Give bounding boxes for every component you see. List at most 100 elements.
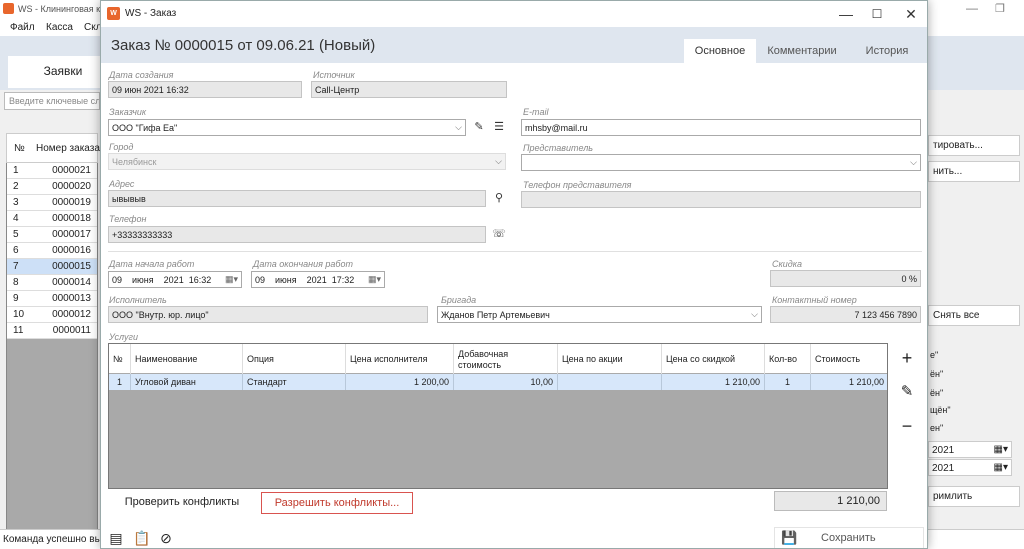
menu-file[interactable]: Файл xyxy=(10,22,35,33)
label-brigade: Бригада xyxy=(441,295,477,305)
calendar-icon[interactable]: ▦▾ xyxy=(994,444,1008,455)
menu-cash[interactable]: Касса xyxy=(46,22,73,33)
cancel-order-icon[interactable]: ⊘ xyxy=(158,529,174,547)
bg-filter-text: щён" xyxy=(930,405,951,415)
minimize-button[interactable]: — xyxy=(831,4,861,24)
row-index: 10 xyxy=(13,309,25,320)
menu-warehouse[interactable]: Скл xyxy=(84,22,102,33)
cell-cost: 1 210,00 xyxy=(811,374,887,390)
services-table: № Наименование Опция Цена исполнителя До… xyxy=(108,343,888,489)
row-order-number: 0000015 xyxy=(52,261,91,272)
total-field: 1 210,00 xyxy=(774,491,887,511)
row-index: 7 xyxy=(13,261,19,272)
cell-discount-price: 1 210,00 xyxy=(662,374,765,390)
end-date-picker[interactable]: 09 июня 2021 17:32 ▦▾ xyxy=(251,271,385,288)
edit-service-button[interactable]: ✎ xyxy=(892,377,922,407)
uncheck-all-button[interactable]: Снять все xyxy=(928,305,1020,326)
contact-number-field[interactable]: 7 123 456 7890 xyxy=(770,306,921,323)
bg-filter-text: е" xyxy=(930,350,939,360)
table-row[interactable]: 3 0000019 xyxy=(7,195,97,211)
bg-filter-text: ён" xyxy=(930,388,944,398)
address-field[interactable]: ывывыв xyxy=(108,190,486,207)
discount-field[interactable]: 0 % xyxy=(770,270,921,287)
end-year: 2021 xyxy=(306,275,327,285)
grid-header-order: Номер заказа xyxy=(36,143,100,154)
cell-option: Стандарт xyxy=(243,374,346,390)
created-date-field: 09 июн 2021 16:32 xyxy=(108,81,302,98)
start-date-picker[interactable]: 09 июня 2021 16:32 ▦▾ xyxy=(108,271,242,288)
table-row[interactable]: 1 Угловой диван Стандарт 1 200,00 10,00 … xyxy=(109,374,887,390)
table-row[interactable]: 5 0000017 xyxy=(7,227,97,243)
customer-select[interactable]: ООО "Гифа Еа" ⌵ xyxy=(108,119,466,136)
bg-apply-button[interactable]: римлить xyxy=(928,486,1020,507)
chevron-down-icon[interactable]: ⌵ xyxy=(455,122,462,133)
calendar-icon[interactable]: ▦▾ xyxy=(994,462,1008,473)
bg-date-to-value: 2021 xyxy=(932,463,955,474)
table-row[interactable]: 8 0000014 xyxy=(7,275,97,291)
start-day: 09 xyxy=(112,275,123,285)
bg-date-to[interactable]: 2021 ▦▾ xyxy=(928,459,1012,476)
rep-phone-field[interactable] xyxy=(521,191,921,208)
table-row[interactable]: 6 0000016 xyxy=(7,243,97,259)
minimize-icon[interactable]: — xyxy=(966,1,978,15)
col-header-executor-price: Цена исполнителя xyxy=(346,344,454,374)
label-source: Источник xyxy=(313,70,355,80)
status-text: Команда успешно вып xyxy=(3,534,108,545)
table-row[interactable]: 1 0000021 xyxy=(7,163,97,179)
table-row[interactable]: 9 0000013 xyxy=(7,291,97,307)
brigade-select[interactable]: Жданов Петр Артемьевич ⌵ xyxy=(437,306,762,323)
table-row-selected[interactable]: 7 0000015 xyxy=(7,259,97,275)
remove-service-button[interactable]: − xyxy=(892,411,922,441)
row-order-number: 0000017 xyxy=(52,229,91,240)
close-button[interactable]: ✕ xyxy=(896,4,926,24)
chevron-down-icon[interactable]: ⌵ xyxy=(910,157,917,168)
city-value: Челябинск xyxy=(112,157,157,167)
list-customer-icon[interactable]: ☰ xyxy=(491,119,507,135)
representative-select[interactable]: ⌵ xyxy=(521,154,921,171)
table-row[interactable]: 4 0000018 xyxy=(7,211,97,227)
brigade-value: Жданов Петр Артемьевич xyxy=(441,310,550,320)
row-index: 6 xyxy=(13,245,19,256)
save-button-label: Сохранить xyxy=(821,532,876,544)
label-discount: Скидка xyxy=(772,259,802,269)
row-index: 9 xyxy=(13,293,19,304)
cell-quantity: 1 xyxy=(765,374,811,390)
table-row[interactable]: 11 0000011 xyxy=(7,323,97,339)
maximize-button[interactable]: ☐ xyxy=(862,4,892,24)
save-button[interactable]: 💾 Сохранить xyxy=(774,527,924,548)
bg-action-button-2[interactable]: нить... xyxy=(928,161,1020,182)
phone-field[interactable]: +33333333333 xyxy=(108,226,486,243)
check-conflicts-button[interactable]: Проверить конфликты xyxy=(108,492,256,514)
divider xyxy=(108,251,922,252)
table-row[interactable]: 10 0000012 xyxy=(7,307,97,323)
start-time: 16:32 xyxy=(188,275,212,285)
label-contact: Контактный номер xyxy=(772,295,857,305)
chevron-down-icon[interactable]: ⌵ xyxy=(751,309,758,320)
calendar-icon[interactable]: ▦▾ xyxy=(368,274,381,285)
label-customer: Заказчик xyxy=(109,107,147,117)
phone-call-icon[interactable]: ☏ xyxy=(491,226,507,242)
search-input[interactable]: Введите ключевые сл xyxy=(4,92,100,110)
add-service-button[interactable]: + xyxy=(892,343,922,373)
cell-promo-price xyxy=(558,374,662,390)
tab-comments[interactable]: Комментарии xyxy=(761,39,843,63)
bg-date-from[interactable]: 2021 ▦▾ xyxy=(928,441,1012,458)
start-month: июня xyxy=(132,275,154,285)
map-pin-icon[interactable]: ⚲ xyxy=(491,190,507,206)
restore-icon[interactable]: ❐ xyxy=(995,2,1005,15)
calendar-icon[interactable]: ▦▾ xyxy=(225,274,238,285)
table-row[interactable]: 2 0000020 xyxy=(7,179,97,195)
row-index: 4 xyxy=(13,213,19,224)
tab-main[interactable]: Основное xyxy=(684,39,756,63)
bg-action-button-1[interactable]: тировать... xyxy=(928,135,1020,156)
email-field[interactable]: mhsby@mail.ru xyxy=(521,119,921,136)
edit-customer-icon[interactable]: ✎ xyxy=(471,119,487,135)
tab-history[interactable]: История xyxy=(853,39,921,63)
clipboard-icon[interactable]: 📋 xyxy=(133,529,150,547)
label-start: Дата начала работ xyxy=(109,259,195,269)
resolve-conflicts-button[interactable]: Разрешить конфликты... xyxy=(261,492,413,514)
row-order-number: 0000018 xyxy=(52,213,91,224)
document-icon[interactable]: ▤ xyxy=(108,529,124,547)
col-header-cost: Стоимость xyxy=(811,344,887,374)
executor-field[interactable]: ООО "Внутр. юр. лицо" xyxy=(108,306,428,323)
